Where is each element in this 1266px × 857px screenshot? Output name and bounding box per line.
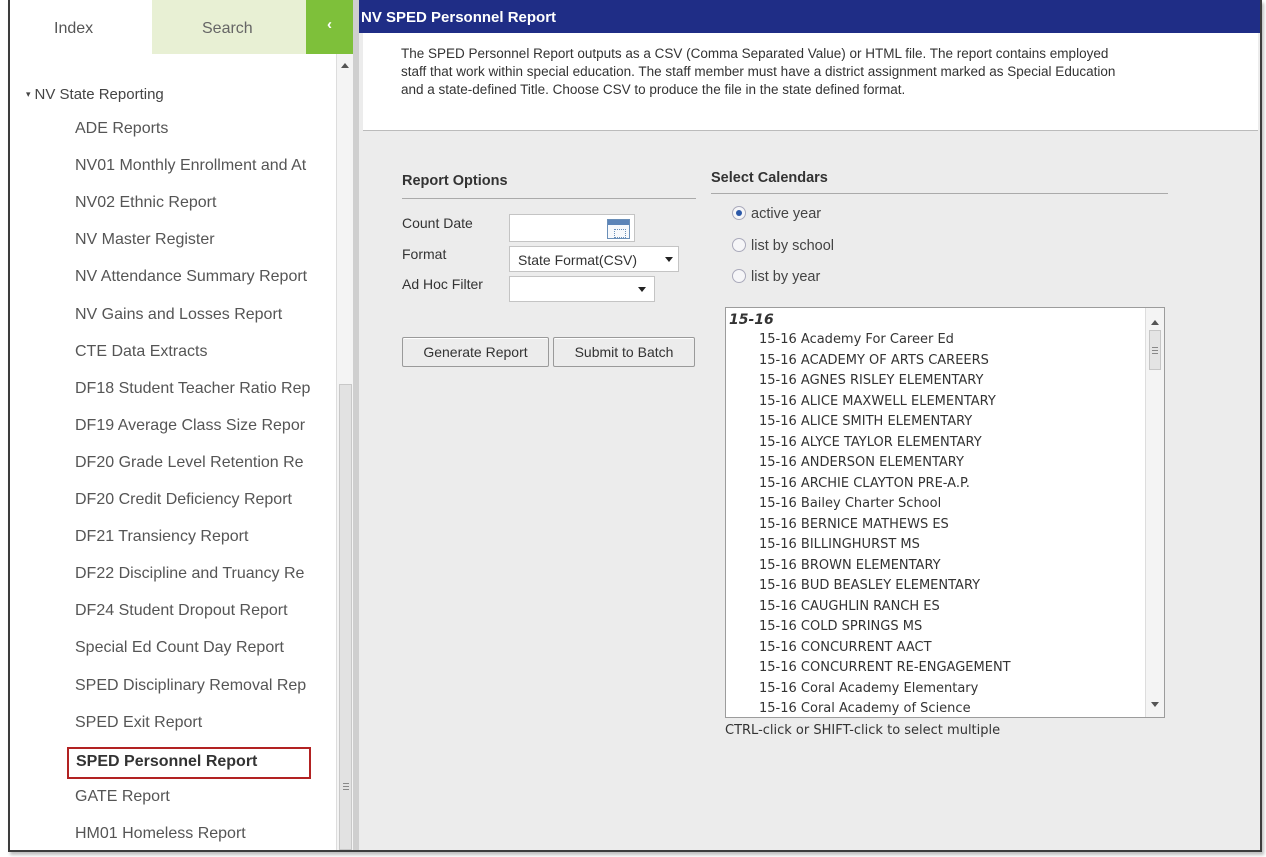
tree-item[interactable]: DF18 Student Teacher Ratio Rep (75, 380, 335, 410)
radio-checked-icon (732, 206, 746, 220)
tree-item[interactable]: GATE Report (75, 788, 335, 818)
tree-item[interactable]: NV Attendance Summary Report (75, 268, 335, 298)
tree-item[interactable]: NV01 Monthly Enrollment and At (75, 157, 335, 187)
radio-list-by-school[interactable]: list by school (732, 238, 834, 254)
report-description: The SPED Personnel Report outputs as a C… (363, 33, 1258, 131)
listbox-scrollbar[interactable] (1145, 308, 1164, 717)
main-panel: NV SPED Personnel Report The SPED Person… (359, 0, 1260, 850)
radio-unchecked-icon (732, 238, 746, 252)
collapse-sidebar-button[interactable]: ‹ (306, 0, 353, 54)
tree-item[interactable]: DF21 Transiency Report (75, 528, 335, 558)
calendar-list-item[interactable]: 15-16 AGNES RISLEY ELEMENTARY (759, 373, 983, 388)
ad-hoc-filter-select[interactable] (509, 276, 655, 302)
tree-item[interactable]: CTE Data Extracts (75, 343, 335, 373)
sidebar-scrollbar[interactable] (336, 54, 353, 850)
tree-item[interactable]: ADE Reports (75, 120, 335, 150)
calendar-list-item[interactable]: 15-16 ALICE MAXWELL ELEMENTARY (759, 394, 996, 409)
tree-item[interactable]: DF20 Grade Level Retention Re (75, 454, 335, 484)
tree-item[interactable]: SPED Exit Report (75, 714, 335, 744)
calendar-list-item[interactable]: 15-16 BUD BEASLEY ELEMENTARY (759, 578, 980, 593)
tree-item[interactable]: SPED Disciplinary Removal Rep (75, 677, 335, 707)
tab-index[interactable]: Index (10, 0, 152, 54)
tree-item[interactable]: NV02 Ethnic Report (75, 194, 335, 224)
calendar-list-item[interactable]: 15-16 BILLINGHURST MS (759, 537, 920, 552)
generate-report-button[interactable]: Generate Report (402, 337, 549, 367)
scroll-up-arrow-icon[interactable] (341, 63, 349, 68)
format-select[interactable]: State Format(CSV) (509, 246, 679, 272)
tree-item-selected[interactable]: SPED Personnel Report (67, 746, 311, 779)
calendar-list-item[interactable]: 15-16 CAUGHLIN RANCH ES (759, 599, 940, 614)
tree-item[interactable]: DF24 Student Dropout Report (75, 602, 335, 632)
page-title: NV SPED Personnel Report (359, 0, 1260, 33)
calendar-list-item[interactable]: 15-16 CONCURRENT RE-ENGAGEMENT (759, 660, 1011, 675)
count-date-label: Count Date (402, 215, 473, 231)
radio-label: list by year (751, 269, 821, 285)
calendar-list-item[interactable]: 15-16 ALICE SMITH ELEMENTARY (759, 414, 972, 429)
calendar-list-item[interactable]: 15-16 ANDERSON ELEMENTARY (759, 455, 964, 470)
grip-icon (343, 783, 349, 784)
scrollbar-thumb[interactable] (1149, 330, 1161, 370)
chevron-down-icon[interactable] (665, 257, 673, 262)
calendar-list-item[interactable]: 15-16 Coral Academy of Science (759, 701, 971, 716)
submit-to-batch-button[interactable]: Submit to Batch (553, 337, 695, 367)
description-line: staff that work within special education… (401, 64, 1116, 79)
radio-label: list by school (751, 238, 835, 254)
ad-hoc-filter-label: Ad Hoc Filter (402, 276, 483, 292)
tree-item[interactable]: DF19 Average Class Size Repor (75, 417, 335, 447)
calendar-list-item[interactable]: 15-16 ACADEMY OF ARTS CAREERS (759, 353, 989, 368)
app-window: Index Search ‹ ▾ NV State Reporting ADE R… (8, 0, 1262, 852)
tree-item[interactable]: NV Gains and Losses Report (75, 306, 335, 336)
calendar-list-item[interactable]: 15-16 Academy For Career Ed (759, 332, 954, 347)
scrollbar-thumb[interactable] (339, 384, 352, 850)
calendar-list-item[interactable]: 15-16 BROWN ELEMENTARY (759, 558, 941, 573)
select-calendars-heading: Select Calendars (711, 170, 1168, 194)
calendar-list-item[interactable]: 15-16 Coral Academy Elementary (759, 681, 978, 696)
format-selected-value: State Format(CSV) (518, 252, 638, 268)
tree-item[interactable]: DF22 Discipline and Truancy Re (75, 565, 335, 595)
calendar-list-item[interactable]: 15-16 CONCURRENT AACT (759, 640, 932, 655)
calendar-list-item[interactable]: 15-16 ARCHIE CLAYTON PRE-A.P. (759, 476, 970, 491)
description-line: The SPED Personnel Report outputs as a C… (401, 46, 1109, 61)
description-line: and a state-defined Title. Choose CSV to… (401, 82, 906, 97)
tree-item[interactable]: DF20 Credit Deficiency Report (75, 491, 335, 521)
calendar-list-item[interactable]: 15-16 BERNICE MATHEWS ES (759, 517, 949, 532)
sidebar-tabs: Index Search ‹ (10, 0, 353, 54)
radio-active-year[interactable]: active year (732, 206, 821, 222)
radio-list-by-year[interactable]: list by year (732, 269, 820, 285)
multi-select-hint: CTRL-click or SHIFT-click to select mult… (725, 723, 1001, 738)
tree-item[interactable]: NV Master Register (75, 231, 335, 261)
tree-item[interactable]: HM01 Homeless Report (75, 825, 335, 850)
calendar-group-header: 15-16 (729, 312, 774, 328)
radio-unchecked-icon (732, 269, 746, 283)
calendar-list-item[interactable]: 15-16 Bailey Charter School (759, 496, 941, 511)
calendar-list-item[interactable]: 15-16 ALYCE TAYLOR ELEMENTARY (759, 435, 982, 450)
tab-search[interactable]: Search (152, 0, 306, 54)
format-label: Format (402, 246, 447, 262)
caret-down-icon: ▾ (26, 89, 31, 99)
scroll-down-arrow-icon[interactable] (1151, 702, 1159, 707)
scroll-up-arrow-icon[interactable] (1151, 320, 1159, 325)
chevron-left-icon: ‹ (327, 16, 332, 33)
sidebar: Index Search ‹ ▾ NV State Reporting ADE R… (10, 0, 353, 850)
tree-item[interactable]: Special Ed Count Day Report (75, 639, 335, 669)
tree-folder-label: NV State Reporting (34, 86, 164, 103)
tree-folder-nv-state-reporting[interactable]: ▾ NV State Reporting (26, 86, 164, 103)
radio-label: active year (751, 206, 822, 222)
calendar-listbox[interactable]: 15-16 15-16 Academy For Career Ed 15-16 A… (725, 307, 1165, 718)
calendar-icon[interactable] (607, 219, 630, 239)
report-options-heading: Report Options (402, 173, 696, 199)
calendar-list-item[interactable]: 15-16 COLD SPRINGS MS (759, 619, 922, 634)
chevron-down-icon[interactable] (638, 287, 646, 292)
